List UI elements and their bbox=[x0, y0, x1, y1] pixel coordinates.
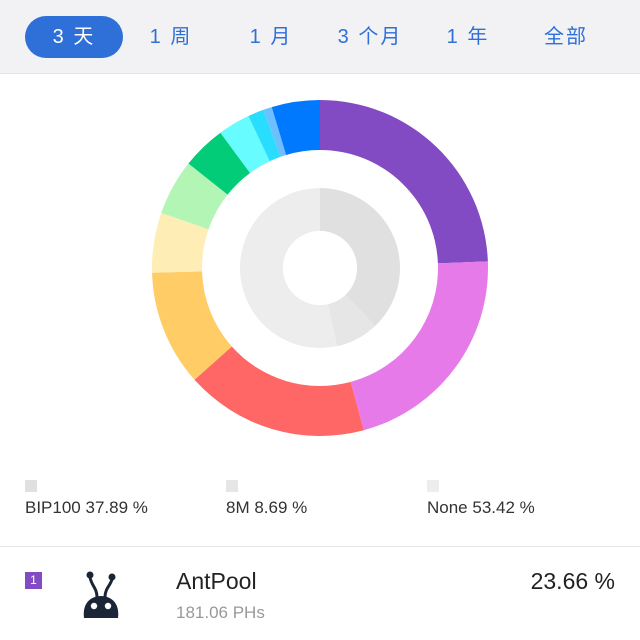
time-range-tabbar: 3 天 1 周 1 月 3 个月 1 年 全部 bbox=[0, 0, 640, 74]
pool-rank-badge: 1 bbox=[25, 572, 42, 589]
tab-3-days[interactable]: 3 天 bbox=[25, 16, 123, 58]
legend-swatch bbox=[226, 480, 238, 492]
tab-1-month[interactable]: 1 月 bbox=[235, 16, 307, 58]
tab-all[interactable]: 全部 bbox=[528, 16, 604, 58]
antpool-logo-icon bbox=[78, 568, 124, 625]
pool-hashrate: 181.06 PHs bbox=[176, 603, 265, 622]
legend-item-8m: 8M 8.69 % bbox=[226, 480, 307, 517]
pool-distribution-donut-chart bbox=[152, 100, 488, 437]
legend-label: None 53.42 % bbox=[427, 498, 535, 517]
outer-slice-2[interactable] bbox=[194, 346, 364, 437]
tab-1-week[interactable]: 1 周 bbox=[135, 16, 207, 58]
legend-swatch bbox=[25, 480, 37, 492]
donut-center-hole bbox=[283, 231, 357, 305]
list-divider bbox=[0, 546, 640, 547]
legend-label: BIP100 37.89 % bbox=[25, 498, 148, 517]
legend-item-bip100: BIP100 37.89 % bbox=[25, 480, 148, 517]
pool-name: AntPool bbox=[176, 568, 257, 594]
tab-3-months[interactable]: 3 个月 bbox=[320, 16, 420, 58]
legend-item-none: None 53.42 % bbox=[427, 480, 535, 517]
legend-swatch bbox=[427, 480, 439, 492]
tab-1-year[interactable]: 1 年 bbox=[432, 16, 504, 58]
pool-percent: 23.66 % bbox=[530, 568, 615, 594]
legend-label: 8M 8.69 % bbox=[226, 498, 308, 517]
